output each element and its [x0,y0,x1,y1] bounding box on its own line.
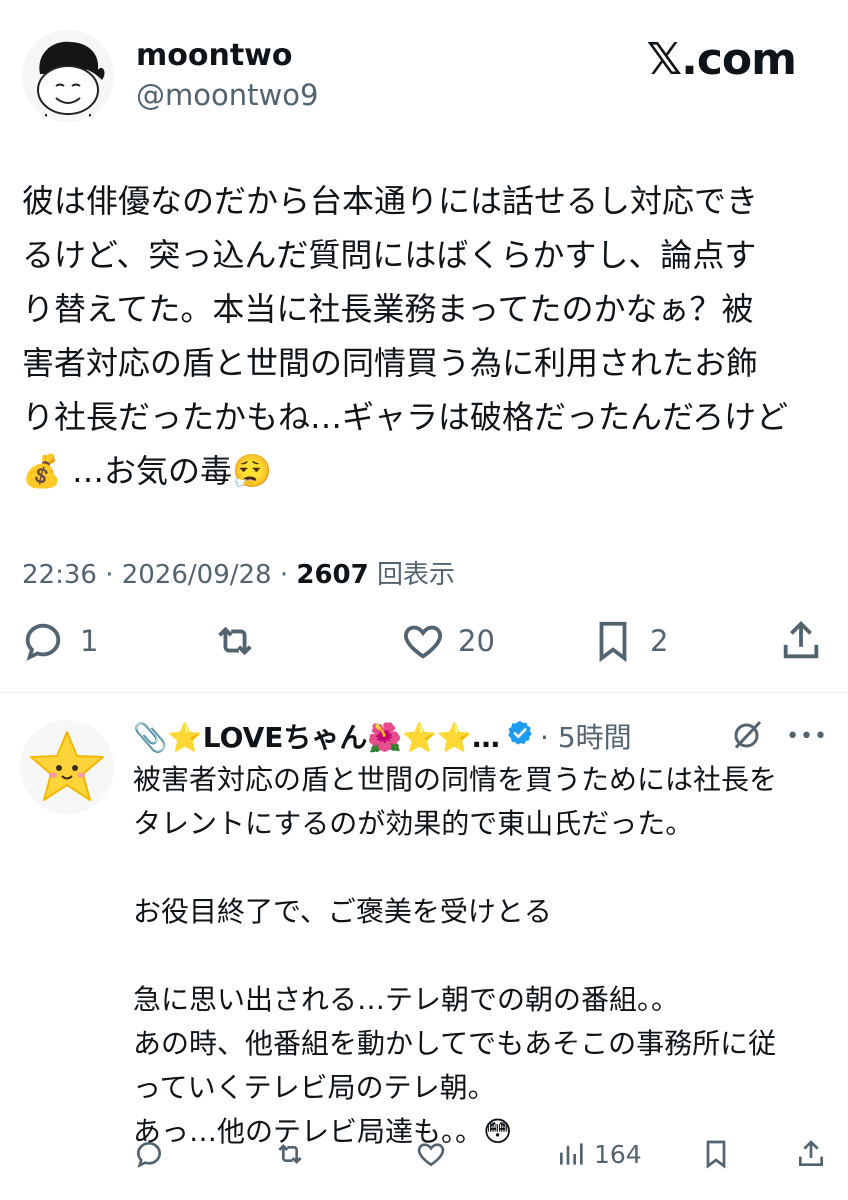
divider [0,692,848,693]
author-handle[interactable]: @moontwo9 [136,78,318,112]
grok-icon[interactable] [730,716,766,756]
retweet-icon [278,1144,302,1164]
star-face-avatar-icon [20,720,114,814]
reply-text: 被害者対応の盾と世間の同情を買うためには社長を タレントにするのが効果的で東山氏… [133,763,778,1148]
like-button[interactable]: 20 [400,618,495,664]
analytics-icon [560,1143,583,1165]
view-count: 2607 [296,560,369,590]
author-avatar[interactable] [22,30,114,122]
reply-timestamp[interactable]: · 5時間 [540,716,632,756]
share-button[interactable] [778,618,824,664]
reply-share-button[interactable] [795,1138,827,1170]
reply-reply-button[interactable] [133,1138,165,1170]
share-icon [783,621,819,659]
like-count: 20 [458,624,495,658]
bookmark-button[interactable]: 2 [590,618,668,664]
reply-retweet-button[interactable] [274,1138,306,1170]
tweet-meta: 22:36 · 2026/09/28 · 2607 回表示 [22,554,455,591]
reply-button[interactable]: 1 [20,618,98,664]
reply-views-button[interactable]: 164 [556,1138,642,1170]
reply-count: 1 [80,624,99,658]
bookmark-count: 2 [650,624,669,658]
heart-icon [404,625,442,659]
author-display-name[interactable]: moontwo [136,38,293,73]
reply-bookmark-button[interactable] [700,1138,732,1170]
verified-badge-icon [506,719,534,754]
more-options-icon[interactable]: ••• [786,724,828,749]
reply-like-button[interactable] [415,1138,447,1170]
retweet-icon [218,626,252,656]
reply-icon [25,623,61,661]
reply-action-bar: 164 [0,1138,848,1178]
tweet-action-bar: 1 20 2 [0,618,848,672]
tweet-text: 彼は俳優なのだから台本通りには話せるし対応でき るけど、突っ込んだ質問にはばくら… [22,182,789,490]
reply-header: 📎⭐LOVEちゃん🌺⭐⭐… · 5時間 [133,714,833,758]
reply-display-name[interactable]: 📎⭐LOVEちゃん🌺⭐⭐… [133,716,500,756]
reply-view-count: 164 [594,1139,642,1169]
x-logo: 𝕏.com [646,34,797,85]
bookmark-icon [706,1140,726,1169]
views-label: 回表示 [368,560,456,590]
tweet-timestamp[interactable]: 22:36 · 2026/09/28 · [22,560,296,590]
retweet-button[interactable] [212,618,258,664]
cartoon-girl-avatar-icon [22,30,114,122]
heart-icon [417,1143,445,1167]
share-icon [799,1140,823,1166]
bookmark-icon [599,621,627,663]
reply-icon [136,1141,162,1168]
reply-header-actions: ••• [730,716,828,756]
reply-author-avatar[interactable] [20,720,114,814]
